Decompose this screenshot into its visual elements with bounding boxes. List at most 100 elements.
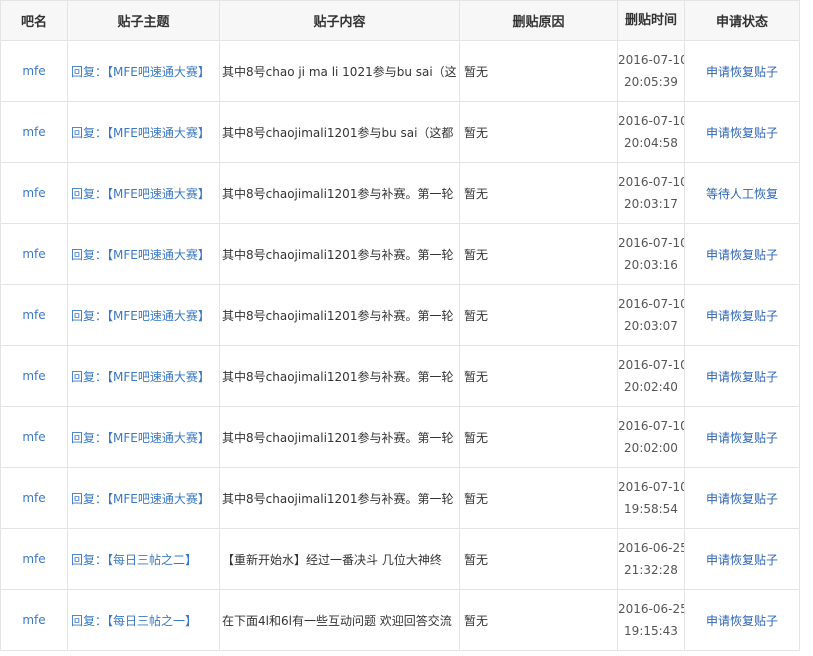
- bar-name-cell: mfe: [0, 406, 68, 468]
- apply-status-link[interactable]: 申请恢复贴子: [706, 126, 778, 140]
- bar-name-link[interactable]: mfe: [22, 308, 45, 322]
- table-row: mfe 回复：【MFE吧速通大赛】 其中8号chaojimali1201参与补赛。第…: [0, 162, 800, 224]
- post-content-cell: 其中8号chaojimali1201参与补赛。第一轮: [219, 345, 460, 407]
- post-content-cell: 【重新开始水】经过一番决斗 几位大神终: [219, 528, 460, 590]
- delete-time-cell: 2016-07-10 20:02:40: [617, 345, 685, 407]
- bar-name-link[interactable]: mfe: [22, 125, 45, 139]
- table-header-row: 吧名 贴子主题 贴子内容 删贴原因 删贴时间 申请状态: [0, 0, 800, 41]
- post-theme-cell: 回复：【MFE吧速通大赛】: [67, 162, 220, 224]
- post-content-cell: 在下面4l和6l有一些互动问题 欢迎回答交流: [219, 589, 460, 651]
- post-content-text: 【重新开始水】经过一番决斗 几位大神终: [222, 552, 442, 567]
- header-bar-name: 吧名: [0, 0, 68, 41]
- delete-time-cell: 2016-07-10 20:03:07: [617, 284, 685, 346]
- post-theme-link[interactable]: 回复：【MFE吧速通大赛】: [71, 429, 219, 446]
- bar-name-link[interactable]: mfe: [22, 552, 45, 566]
- post-theme-link[interactable]: 回复：【每日三帖之一】: [71, 612, 219, 629]
- post-content-cell: 其中8号chaojimali1201参与补赛。第一轮: [219, 284, 460, 346]
- table-row: mfe 回复：【MFE吧速通大赛】 其中8号chaojimali1201参与补赛。第…: [0, 345, 800, 407]
- post-theme-link[interactable]: 回复：【MFE吧速通大赛】: [71, 490, 219, 507]
- table-row: mfe 回复：【MFE吧速通大赛】 其中8号chaojimali1201参与bu s…: [0, 101, 800, 163]
- delete-clock: 20:03:16: [624, 258, 678, 272]
- header-post-content: 贴子内容: [219, 0, 460, 41]
- post-content-text: 其中8号chaojimali1201参与补赛。第一轮: [222, 247, 454, 262]
- delete-clock: 19:58:54: [624, 502, 678, 516]
- apply-status-link[interactable]: 申请恢复贴子: [706, 553, 778, 567]
- post-theme-cell: 回复：【MFE吧速通大赛】: [67, 406, 220, 468]
- delete-reason-cell: 暂无: [459, 528, 618, 590]
- delete-date: 2016-07-10: [618, 236, 685, 250]
- delete-reason-text: 暂无: [464, 125, 489, 140]
- delete-reason-text: 暂无: [464, 430, 489, 445]
- post-theme-link[interactable]: 回复：【MFE吧速通大赛】: [71, 368, 219, 385]
- post-content-text: 其中8号chaojimali1201参与补赛。第一轮: [222, 430, 454, 445]
- bar-name-cell: mfe: [0, 528, 68, 590]
- bar-name-link[interactable]: mfe: [22, 186, 45, 200]
- bar-name-cell: mfe: [0, 345, 68, 407]
- delete-reason-text: 暂无: [464, 247, 489, 262]
- bar-name-cell: mfe: [0, 223, 68, 285]
- deleted-posts-table: 吧名 贴子主题 贴子内容 删贴原因 删贴时间 申请状态 mfe 回复：【MFE吧速…: [0, 0, 800, 651]
- bar-name-link[interactable]: mfe: [22, 64, 45, 78]
- delete-reason-text: 暂无: [464, 64, 489, 79]
- post-content-text: 其中8号chaojimali1201参与补赛。第一轮: [222, 186, 454, 201]
- delete-reason-cell: 暂无: [459, 589, 618, 651]
- post-theme-link[interactable]: 回复：【MFE吧速通大赛】: [71, 185, 219, 202]
- apply-status-link[interactable]: 申请恢复贴子: [706, 431, 778, 445]
- post-theme-link[interactable]: 回复：【MFE吧速通大赛】: [71, 307, 219, 324]
- header-delete-reason: 删贴原因: [459, 0, 618, 41]
- apply-status-link[interactable]: 申请恢复贴子: [706, 492, 778, 506]
- post-content-text: 其中8号chaojimali1201参与补赛。第一轮: [222, 308, 454, 323]
- bar-name-cell: mfe: [0, 40, 68, 102]
- table-row: mfe 回复：【MFE吧速通大赛】 其中8号chaojimali1201参与补赛。第…: [0, 406, 800, 468]
- post-theme-cell: 回复：【MFE吧速通大赛】: [67, 284, 220, 346]
- table-row: mfe 回复：【MFE吧速通大赛】 其中8号chaojimali1201参与补赛。第…: [0, 223, 800, 285]
- bar-name-link[interactable]: mfe: [22, 247, 45, 261]
- apply-status-link[interactable]: 申请恢复贴子: [706, 614, 778, 628]
- header-apply-status: 申请状态: [684, 0, 800, 41]
- apply-status-link[interactable]: 申请恢复贴子: [706, 65, 778, 79]
- apply-status-cell: 申请恢复贴子: [684, 528, 800, 590]
- bar-name-link[interactable]: mfe: [22, 369, 45, 383]
- apply-status-cell: 申请恢复贴子: [684, 467, 800, 529]
- post-content-text: 其中8号chaojimali1201参与补赛。第一轮: [222, 369, 454, 384]
- delete-reason-text: 暂无: [464, 613, 489, 628]
- apply-status-cell: 申请恢复贴子: [684, 40, 800, 102]
- delete-reason-cell: 暂无: [459, 406, 618, 468]
- bar-name-link[interactable]: mfe: [22, 430, 45, 444]
- header-post-theme: 贴子主题: [67, 0, 220, 41]
- apply-status-link[interactable]: 申请恢复贴子: [706, 370, 778, 384]
- post-theme-cell: 回复：【MFE吧速通大赛】: [67, 40, 220, 102]
- post-theme-link[interactable]: 回复：【每日三帖之二】: [71, 551, 219, 568]
- post-content-cell: 其中8号chaojimali1201参与补赛。第一轮: [219, 162, 460, 224]
- bar-name-link[interactable]: mfe: [22, 491, 45, 505]
- delete-date: 2016-06-25: [618, 541, 685, 555]
- bar-name-link[interactable]: mfe: [22, 613, 45, 627]
- delete-date: 2016-06-25: [618, 602, 685, 616]
- delete-date: 2016-07-10: [618, 297, 685, 311]
- apply-status-cell: 申请恢复贴子: [684, 406, 800, 468]
- table-row: mfe 回复：【MFE吧速通大赛】 其中8号chaojimali1201参与补赛。第…: [0, 284, 800, 346]
- post-theme-link[interactable]: 回复：【MFE吧速通大赛】: [71, 63, 219, 80]
- header-delete-time: 删贴时间: [617, 0, 685, 41]
- delete-time-cell: 2016-07-10 20:03:16: [617, 223, 685, 285]
- post-content-cell: 其中8号chaojimali1201参与补赛。第一轮: [219, 467, 460, 529]
- apply-status-link[interactable]: 申请恢复贴子: [706, 248, 778, 262]
- bar-name-cell: mfe: [0, 162, 68, 224]
- delete-date: 2016-07-10: [618, 53, 685, 67]
- post-theme-cell: 回复：【每日三帖之二】: [67, 528, 220, 590]
- post-theme-cell: 回复：【每日三帖之一】: [67, 589, 220, 651]
- delete-reason-cell: 暂无: [459, 40, 618, 102]
- post-theme-link[interactable]: 回复：【MFE吧速通大赛】: [71, 124, 219, 141]
- delete-reason-cell: 暂无: [459, 162, 618, 224]
- table-row: mfe 回复：【MFE吧速通大赛】 其中8号chao ji ma li 1021参与…: [0, 40, 800, 102]
- delete-time-cell: 2016-07-10 19:58:54: [617, 467, 685, 529]
- delete-reason-text: 暂无: [464, 308, 489, 323]
- post-theme-link[interactable]: 回复：【MFE吧速通大赛】: [71, 246, 219, 263]
- table-row: mfe 回复：【每日三帖之二】 【重新开始水】经过一番决斗 几位大神终 暂无 2016-…: [0, 528, 800, 590]
- delete-reason-text: 暂无: [464, 552, 489, 567]
- apply-status-link[interactable]: 等待人工恢复: [706, 187, 778, 201]
- post-content-text: 在下面4l和6l有一些互动问题 欢迎回答交流: [222, 613, 452, 628]
- delete-time-cell: 2016-07-10 20:05:39: [617, 40, 685, 102]
- delete-date: 2016-07-10: [618, 419, 685, 433]
- apply-status-link[interactable]: 申请恢复贴子: [706, 309, 778, 323]
